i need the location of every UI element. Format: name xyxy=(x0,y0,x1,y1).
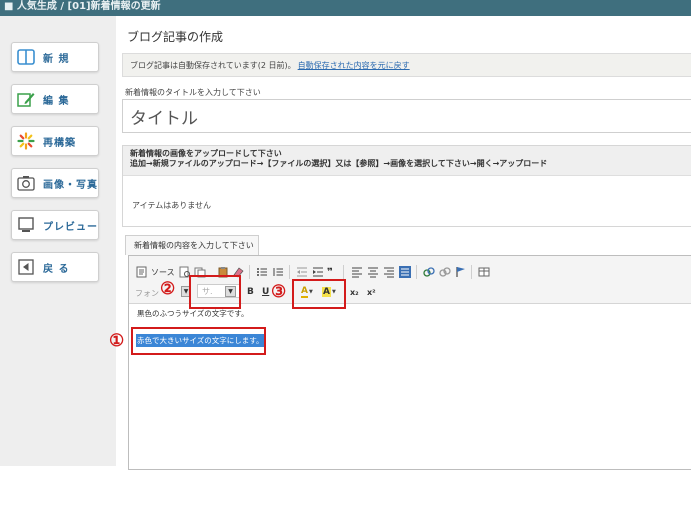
sidebar-rebuild-label: 再構築 xyxy=(43,137,76,149)
annotation-box-2 xyxy=(189,275,241,309)
title-field-label: 新着情報のタイトルを入力して下さい xyxy=(125,88,261,97)
sidebar-back-label: 戻 る xyxy=(43,263,70,275)
upload-empty-text: アイテムはありません xyxy=(132,201,211,210)
edit-pencil-icon xyxy=(17,90,35,108)
align-left-icon xyxy=(352,267,362,278)
sidebar-images-button[interactable]: 画像・写真 xyxy=(11,168,99,198)
toolbar-separator xyxy=(471,265,472,279)
numbered-list-icon xyxy=(273,268,283,276)
blockquote-icon: ❞ xyxy=(327,266,333,278)
upload-heading: 新着情報の画像をアップロードして下さい xyxy=(130,149,282,158)
outdent-button[interactable] xyxy=(296,265,308,279)
sidebar-preview-button[interactable]: プレビュー xyxy=(11,210,99,240)
annotation-box-1 xyxy=(131,327,266,355)
sidebar-edit-label: 編 集 xyxy=(43,95,70,107)
table-icon xyxy=(478,267,490,277)
preview-monitor-icon xyxy=(17,216,35,234)
align-center-icon xyxy=(368,267,378,278)
toolbar-separator xyxy=(249,265,250,279)
sidebar-new-button[interactable]: 新 規 xyxy=(11,42,99,72)
indent-button[interactable] xyxy=(312,265,324,279)
chevron-down-icon: ▼ xyxy=(183,288,189,295)
page-title: ブログ記事の作成 xyxy=(127,30,224,44)
upload-steps: 追加→新規ファイルのアップロード→【ファイルの選択】又は【参照】→画像を選択して… xyxy=(130,159,548,168)
toolbar-separator xyxy=(289,265,290,279)
underline-icon: U xyxy=(262,287,270,297)
annotation-number-2: ② xyxy=(160,279,176,299)
breadcrumb[interactable]: ■ 人気生成 / [01]新着情報の更新 xyxy=(4,0,161,12)
rebuild-sparkle-icon xyxy=(17,132,35,150)
unlink-button[interactable] xyxy=(439,265,451,279)
link-button[interactable] xyxy=(423,265,435,279)
bulleted-list-icon xyxy=(257,268,267,276)
unlink-icon xyxy=(439,267,451,277)
superscript-button[interactable]: x² xyxy=(367,285,376,299)
sidebar-preview-label: プレビュー xyxy=(43,221,98,233)
bold-button[interactable]: B xyxy=(247,285,254,299)
back-arrow-icon xyxy=(17,258,35,276)
title-input[interactable] xyxy=(122,99,691,133)
align-justify-button[interactable] xyxy=(399,265,411,279)
source-button[interactable]: ソース xyxy=(136,265,175,279)
bulleted-list-button[interactable] xyxy=(256,265,268,279)
top-bar: ■ 人気生成 / [01]新着情報の更新 xyxy=(0,0,691,16)
bold-icon: B xyxy=(247,287,254,297)
source-icon xyxy=(136,266,147,278)
table-button[interactable] xyxy=(478,265,490,279)
toolbar-separator xyxy=(343,265,344,279)
sidebar-back-button[interactable]: 戻 る xyxy=(11,252,99,282)
font-select-label: フォン xyxy=(135,288,159,298)
new-panel-icon xyxy=(17,48,35,66)
autosave-notice: ブログ記事は自動保存されています(2 日前)。 自動保存された内容を元に戻す xyxy=(122,53,691,77)
annotation-box-3 xyxy=(292,279,346,309)
align-justify-icon xyxy=(399,266,411,278)
numbered-list-button[interactable] xyxy=(272,265,284,279)
autosave-text: ブログ記事は自動保存されています(2 日前)。 xyxy=(130,60,296,70)
annotation-number-3: ③ xyxy=(271,282,287,302)
sidebar-edit-button[interactable]: 編 集 xyxy=(11,84,99,114)
link-icon xyxy=(423,267,435,277)
sidebar-images-label: 画像・写真 xyxy=(43,179,98,191)
anchor-button[interactable] xyxy=(455,265,467,279)
indent-icon xyxy=(313,267,323,277)
sidebar-rebuild-button[interactable]: 再構築 xyxy=(11,126,99,156)
align-right-button[interactable] xyxy=(383,265,395,279)
flag-icon xyxy=(456,267,465,277)
underline-button[interactable]: U xyxy=(262,285,269,299)
toolbar-separator xyxy=(416,265,417,279)
superscript-icon: x² xyxy=(367,287,376,297)
align-left-button[interactable] xyxy=(351,265,363,279)
subscript-icon: x₂ xyxy=(350,287,359,297)
outdent-icon xyxy=(297,267,307,277)
annotation-number-1: ① xyxy=(109,331,125,351)
blockquote-button[interactable]: ❞ xyxy=(327,265,333,279)
restore-autosave-link[interactable]: 自動保存された内容を元に戻す xyxy=(298,60,410,71)
sidebar-new-label: 新 規 xyxy=(43,53,70,65)
tab-content[interactable]: 新着情報の内容を入力して下さい xyxy=(125,235,259,255)
camera-icon xyxy=(17,174,35,192)
align-center-button[interactable] xyxy=(367,265,379,279)
upload-instructions: 新着情報の画像をアップロードして下さい 追加→新規ファイルのアップロード→【ファ… xyxy=(123,146,691,176)
align-right-icon xyxy=(384,267,394,278)
font-family-select[interactable]: フォン xyxy=(135,286,159,300)
editor-text-normal[interactable]: 黒色のふつうサイズの文字です。 xyxy=(137,308,249,319)
source-label: ソース xyxy=(151,267,175,277)
subscript-button[interactable]: x₂ xyxy=(350,285,359,299)
image-upload-panel: 新着情報の画像をアップロードして下さい 追加→新規ファイルのアップロード→【ファ… xyxy=(122,145,691,227)
